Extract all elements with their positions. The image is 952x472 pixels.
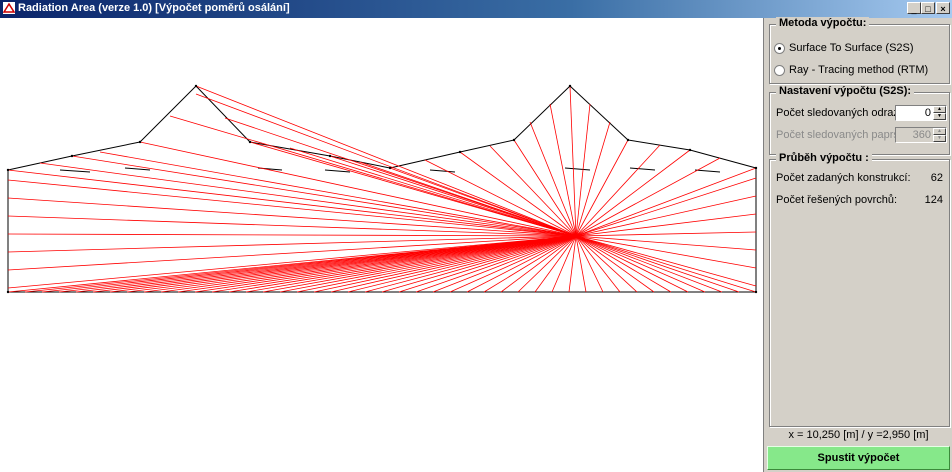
reflections-label: Počet sledovaných odrazů: [776,107,909,119]
fin-edge [429,169,456,173]
surfaces-label: Počet řešených povrchů: [776,194,898,206]
spin-down-icon[interactable]: ▼ [933,113,946,120]
radiation-ray [7,233,577,237]
settings-group-title: Nastavení výpočtu (S2S): [776,85,915,97]
outline-edge [689,149,757,169]
radiation-ray [169,115,577,237]
outline-edge [569,85,629,141]
rays-spinner-arrows: ▲ ▼ [933,128,946,142]
reflections-spinner[interactable]: 0 ▲ ▼ [895,105,947,121]
outline-edge [195,85,251,143]
radio-rtm-indicator[interactable] [774,64,785,76]
fin-edge [694,169,721,173]
fin-edge [564,167,591,171]
radiation-ray [195,85,577,237]
node-point [70,154,74,158]
radio-s2s-indicator[interactable] [774,42,785,54]
radiation-ray [575,235,655,293]
node-point [248,140,252,144]
fin-edge [124,167,151,171]
radio-s2s[interactable]: Surface To Surface (S2S) [774,41,914,55]
maximize-button[interactable]: □ [921,2,935,14]
outline-edge [513,85,571,141]
surfaces-value: 124 [924,194,943,206]
radio-s2s-label: Surface To Surface (S2S) [789,42,914,54]
fin-edge [629,167,656,171]
constructions-value: 62 [930,172,943,184]
node-point [754,166,758,170]
node-point [138,140,142,144]
radiation-ray [249,141,577,237]
minimize-button[interactable]: _ [907,2,921,14]
rays-spinner: 360 ▲ ▼ [895,127,947,143]
settings-group: Nastavení výpočtu (S2S): Počet sledovaný… [769,85,950,155]
app-icon [3,2,15,14]
outline-edge [71,141,141,157]
maximize-icon: □ [925,4,931,14]
radiation-ray [347,235,577,293]
spin-down-icon: ▼ [933,135,946,142]
outline-edge [627,139,691,151]
node-point [458,150,462,154]
fin-edge [59,169,91,173]
progress-group-title: Průběh výpočtu : [776,152,872,164]
spin-up-icon: ▲ [933,128,946,135]
node-point [754,290,758,294]
radio-rtm[interactable]: Ray - Tracing method (RTM) [774,63,928,77]
radiation-ray [575,235,587,293]
radiation-ray [7,197,577,237]
radiation-ray [359,161,577,237]
node-point [626,138,630,142]
close-button[interactable]: × [936,2,950,14]
method-group-title: Metoda výpočtu: [776,17,870,29]
radiation-ray [99,151,577,237]
coordinates-readout: x = 10,250 [m] / y =2,950 [m] [788,429,929,441]
run-calculation-button[interactable]: Spustit výpočet [767,446,950,470]
node-point [688,148,692,152]
radiation-ray [289,147,577,237]
node-point [194,84,198,88]
window-title: Radiation Area (verze 1.0) [Výpočet pomě… [18,2,290,14]
radiation-ray [575,121,611,237]
progress-group: Průběh výpočtu : Počet zadaných konstruk… [769,152,950,427]
rays-value: 360 [912,129,931,141]
drawing-canvas[interactable] [0,18,764,472]
minimize-icon: _ [911,4,917,14]
radiation-ray [364,235,577,293]
settings-panel: Metoda výpočtu: Surface To Surface (S2S)… [765,17,952,472]
node-point [6,168,10,172]
radiation-ray [39,162,577,237]
radio-rtm-label: Ray - Tracing method (RTM) [789,64,929,76]
title-bar: Radiation Area (verze 1.0) [Výpočet pomě… [0,0,952,18]
node-point [512,138,516,142]
constructions-label: Počet zadaných konstrukcí: [776,172,911,184]
radiation-ray [575,235,689,293]
rays-label: Počet sledovaných paprsků: [776,129,914,141]
fin-edge [324,169,351,173]
outline-edge [139,85,197,143]
radiation-ray [575,235,757,293]
outline-edge [459,139,515,153]
geometry-drawing [6,84,758,294]
method-group: Metoda výpočtu: Surface To Surface (S2S)… [769,17,950,84]
node-point [568,84,572,88]
radiation-ray [71,155,577,237]
close-icon: × [940,4,946,14]
node-point [6,290,10,294]
reflections-value[interactable]: 0 [925,107,931,119]
reflections-spinner-arrows[interactable]: ▲ ▼ [933,106,946,120]
spin-up-icon[interactable]: ▲ [933,106,946,113]
node-point [328,154,332,158]
radiation-ray [569,85,577,237]
node-point [388,166,392,170]
